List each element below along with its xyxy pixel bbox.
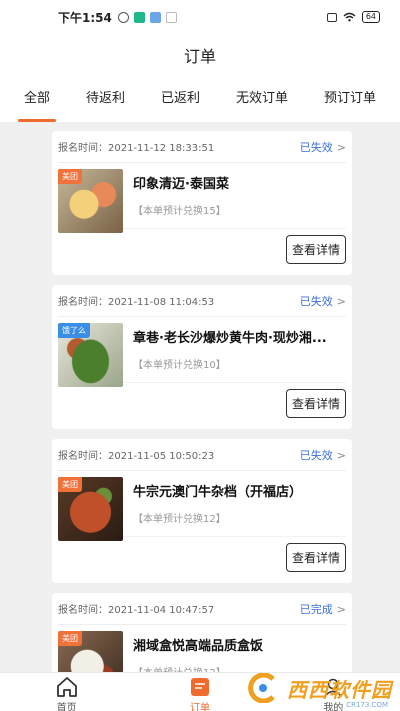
order-card: 报名时间：2021-11-08 11:04:53 已失效 > 饿了么 章巷·老长沙… xyxy=(52,285,352,429)
status-icons-right: 64 xyxy=(326,11,380,23)
order-time: 报名时间：2021-11-12 18:33:51 xyxy=(58,143,215,154)
app-notification-icon xyxy=(133,11,145,23)
status-bar: 下午1:54 64 xyxy=(0,0,400,34)
mute-icon xyxy=(117,11,129,23)
view-details-button[interactable]: 查看详情 xyxy=(285,542,346,572)
shop-thumbnail: 饿了么 xyxy=(58,323,123,387)
tab-invalid[interactable]: 无效订单 xyxy=(236,76,288,122)
platform-tag: 美团 xyxy=(58,169,82,184)
estimate-text: 【本单预计兑换12】 xyxy=(133,514,226,525)
tab-pending-rebate[interactable]: 待返利 xyxy=(86,76,125,122)
nav-home[interactable]: 首页 xyxy=(37,676,97,711)
order-icon xyxy=(190,678,209,696)
tab-reserved[interactable]: 预订订单 xyxy=(324,76,376,122)
shop-thumbnail: 美团 xyxy=(58,631,123,672)
watermark: 西西软件园 CR173.COM xyxy=(243,673,392,709)
order-time: 报名时间：2021-11-08 11:04:53 xyxy=(58,297,215,308)
order-status[interactable]: 已失效 > xyxy=(300,293,346,309)
app-notification-icon-2 xyxy=(149,11,161,23)
nav-orders[interactable]: 订单 xyxy=(170,676,230,711)
tab-all[interactable]: 全部 xyxy=(17,76,57,122)
shop-name: 湘域盒悦高端品质盒饭 xyxy=(133,639,264,654)
shop-name: 章巷·老长沙爆炒黄牛肉·现炒湘... xyxy=(133,331,327,346)
shop-name: 印象清迈·泰国菜 xyxy=(133,177,229,192)
chevron-right-icon: > xyxy=(336,140,346,154)
order-tabs: 全部 待返利 已返利 无效订单 预订订单 xyxy=(0,76,400,122)
order-time: 报名时间：2021-11-04 10:47:57 xyxy=(58,605,215,616)
chevron-right-icon: > xyxy=(336,448,346,462)
tab-rebated[interactable]: 已返利 xyxy=(161,76,200,122)
estimate-text: 【本单预计兑换12】 xyxy=(133,664,346,672)
order-card: 报名时间：2021-11-12 18:33:51 已失效 > 美团 印象清迈·泰国… xyxy=(52,131,352,275)
estimate-text: 【本单预计兑换10】 xyxy=(133,360,226,371)
app-notification-icon-3 xyxy=(165,11,177,23)
watermark-text: 西西软件园 xyxy=(287,677,392,702)
shop-name: 牛宗元澳门牛杂档（开福店） xyxy=(133,485,303,500)
platform-tag: 美团 xyxy=(58,631,82,646)
page-title: 订单 xyxy=(183,47,216,66)
order-status[interactable]: 已完成 > xyxy=(300,601,346,617)
shop-thumbnail: 美团 xyxy=(58,477,123,541)
platform-tag: 饿了么 xyxy=(58,323,90,338)
nav-home-label: 首页 xyxy=(56,703,77,711)
platform-tag: 美团 xyxy=(58,477,82,492)
order-time: 报名时间：2021-11-05 10:50:23 xyxy=(58,451,215,462)
sim-icon xyxy=(326,12,337,22)
wifi-icon xyxy=(343,12,356,22)
page-header: 订单 xyxy=(0,34,400,76)
view-details-button[interactable]: 查看详情 xyxy=(285,234,346,264)
order-status[interactable]: 已失效 > xyxy=(300,447,346,463)
watermark-subtext: CR173.COM xyxy=(346,701,388,709)
battery-icon: 64 xyxy=(361,11,380,23)
status-time: 下午1:54 xyxy=(58,10,112,25)
chevron-right-icon: > xyxy=(336,294,346,308)
order-card: 报名时间：2021-11-04 10:47:57 已完成 > 美团 湘域盒悦高端品… xyxy=(52,593,352,672)
watermark-logo-icon xyxy=(248,673,275,703)
nav-orders-label: 订单 xyxy=(189,703,210,711)
chevron-right-icon: > xyxy=(336,602,346,616)
home-icon xyxy=(56,677,77,697)
estimate-text: 【本单预计兑换15】 xyxy=(133,206,226,217)
order-list[interactable]: 报名时间：2021-11-12 18:33:51 已失效 > 美团 印象清迈·泰国… xyxy=(0,122,400,672)
view-details-button[interactable]: 查看详情 xyxy=(285,388,346,418)
order-card: 报名时间：2021-11-05 10:50:23 已失效 > 美团 牛宗元澳门牛杂… xyxy=(52,439,352,583)
shop-thumbnail: 美团 xyxy=(58,169,123,233)
status-icons-left xyxy=(117,11,177,23)
order-status[interactable]: 已失效 > xyxy=(300,139,346,155)
